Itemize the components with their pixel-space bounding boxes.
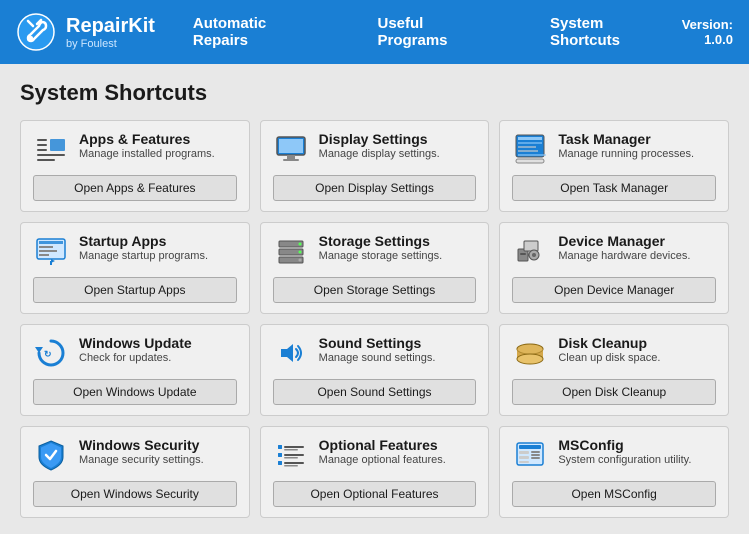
card-desc-windows-security: Manage security settings. (79, 454, 204, 466)
card-desc-optional-features: Manage optional features. (319, 454, 446, 466)
version-info: Version: 1.0.0 (682, 17, 733, 47)
card-desc-storage-settings: Manage storage settings. (319, 250, 443, 262)
card-button-storage-settings[interactable]: Open Storage Settings (273, 277, 477, 303)
card-button-msconfig[interactable]: Open MSConfig (512, 481, 716, 507)
card-desc-startup-apps: Manage startup programs. (79, 250, 208, 262)
card-desc-disk-cleanup: Clean up disk space. (558, 352, 660, 364)
card-windows-security: Windows Security Manage security setting… (20, 426, 250, 518)
card-button-apps-features[interactable]: Open Apps & Features (33, 175, 237, 201)
card-name-windows-update: Windows Update (79, 335, 192, 351)
card-optional-features: Optional Features Manage optional featur… (260, 426, 490, 518)
svg-text:↻: ↻ (44, 349, 52, 359)
card-desc-display-settings: Manage display settings. (319, 148, 440, 160)
card-top-windows-security: Windows Security Manage security setting… (33, 437, 237, 473)
card-task-manager: Task Manager Manage running processes. O… (499, 120, 729, 212)
storage-icon (273, 233, 309, 269)
card-button-sound-settings[interactable]: Open Sound Settings (273, 379, 477, 405)
card-button-disk-cleanup[interactable]: Open Disk Cleanup (512, 379, 716, 405)
card-button-windows-update[interactable]: Open Windows Update (33, 379, 237, 405)
logo-icon (16, 12, 56, 52)
update-icon: ↻ (33, 335, 69, 371)
card-windows-update: ↻ Windows Update Check for updates. Open… (20, 324, 250, 416)
device-icon (512, 233, 548, 269)
card-msconfig: MSConfig System configuration utility. O… (499, 426, 729, 518)
card-text-task-manager: Task Manager Manage running processes. (558, 131, 694, 160)
card-device-manager: Device Manager Manage hardware devices. … (499, 222, 729, 314)
main-content: System Shortcuts Apps & Features Manage … (0, 64, 749, 534)
card-name-apps-features: Apps & Features (79, 131, 215, 147)
card-text-startup-apps: Startup Apps Manage startup programs. (79, 233, 208, 262)
card-top-display-settings: Display Settings Manage display settings… (273, 131, 477, 167)
sound-icon (273, 335, 309, 371)
card-desc-windows-update: Check for updates. (79, 352, 192, 364)
card-top-msconfig: MSConfig System configuration utility. (512, 437, 716, 473)
card-text-optional-features: Optional Features Manage optional featur… (319, 437, 446, 466)
card-sound-settings: Sound Settings Manage sound settings. Op… (260, 324, 490, 416)
card-desc-device-manager: Manage hardware devices. (558, 250, 690, 262)
card-display-settings: Display Settings Manage display settings… (260, 120, 490, 212)
display-icon (273, 131, 309, 167)
card-name-startup-apps: Startup Apps (79, 233, 208, 249)
card-text-display-settings: Display Settings Manage display settings… (319, 131, 440, 160)
header: RepairKit by Foulest Automatic Repairs U… (0, 0, 749, 64)
card-text-msconfig: MSConfig System configuration utility. (558, 437, 691, 466)
card-text-device-manager: Device Manager Manage hardware devices. (558, 233, 690, 262)
logo-sub: by Foulest (66, 38, 155, 50)
logo-area: RepairKit by Foulest (16, 12, 155, 52)
nav: Automatic Repairs Useful Programs System… (185, 11, 682, 53)
card-button-startup-apps[interactable]: Open Startup Apps (33, 277, 237, 303)
security-icon (33, 437, 69, 473)
card-top-apps-features: Apps & Features Manage installed program… (33, 131, 237, 167)
card-name-device-manager: Device Manager (558, 233, 690, 249)
card-button-task-manager[interactable]: Open Task Manager (512, 175, 716, 201)
card-name-task-manager: Task Manager (558, 131, 694, 147)
card-top-startup-apps: Startup Apps Manage startup programs. (33, 233, 237, 269)
card-top-optional-features: Optional Features Manage optional featur… (273, 437, 477, 473)
card-text-storage-settings: Storage Settings Manage storage settings… (319, 233, 443, 262)
card-button-device-manager[interactable]: Open Device Manager (512, 277, 716, 303)
nav-system-shortcuts[interactable]: System Shortcuts (542, 11, 682, 53)
card-text-windows-update: Windows Update Check for updates. (79, 335, 192, 364)
page-title: System Shortcuts (20, 80, 729, 106)
apps-icon (33, 131, 69, 167)
card-text-disk-cleanup: Disk Cleanup Clean up disk space. (558, 335, 660, 364)
card-name-disk-cleanup: Disk Cleanup (558, 335, 660, 351)
card-startup-apps: Startup Apps Manage startup programs. Op… (20, 222, 250, 314)
card-top-storage-settings: Storage Settings Manage storage settings… (273, 233, 477, 269)
startup-icon (33, 233, 69, 269)
msconfig-icon (512, 437, 548, 473)
card-desc-sound-settings: Manage sound settings. (319, 352, 436, 364)
card-apps-features: Apps & Features Manage installed program… (20, 120, 250, 212)
logo-text: RepairKit by Foulest (66, 14, 155, 50)
card-name-display-settings: Display Settings (319, 131, 440, 147)
card-top-sound-settings: Sound Settings Manage sound settings. (273, 335, 477, 371)
card-storage-settings: Storage Settings Manage storage settings… (260, 222, 490, 314)
card-button-display-settings[interactable]: Open Display Settings (273, 175, 477, 201)
nav-automatic-repairs[interactable]: Automatic Repairs (185, 11, 330, 53)
card-top-disk-cleanup: Disk Cleanup Clean up disk space. (512, 335, 716, 371)
card-desc-msconfig: System configuration utility. (558, 454, 691, 466)
shortcuts-grid: Apps & Features Manage installed program… (20, 120, 729, 518)
card-desc-task-manager: Manage running processes. (558, 148, 694, 160)
taskmanager-icon (512, 131, 548, 167)
card-text-apps-features: Apps & Features Manage installed program… (79, 131, 215, 160)
card-name-msconfig: MSConfig (558, 437, 691, 453)
card-name-storage-settings: Storage Settings (319, 233, 443, 249)
logo-title: RepairKit (66, 14, 155, 38)
card-top-device-manager: Device Manager Manage hardware devices. (512, 233, 716, 269)
card-name-sound-settings: Sound Settings (319, 335, 436, 351)
card-desc-apps-features: Manage installed programs. (79, 148, 215, 160)
card-disk-cleanup: Disk Cleanup Clean up disk space. Open D… (499, 324, 729, 416)
card-button-optional-features[interactable]: Open Optional Features (273, 481, 477, 507)
card-name-optional-features: Optional Features (319, 437, 446, 453)
card-text-windows-security: Windows Security Manage security setting… (79, 437, 204, 466)
optional-icon (273, 437, 309, 473)
card-text-sound-settings: Sound Settings Manage sound settings. (319, 335, 436, 364)
card-top-windows-update: ↻ Windows Update Check for updates. (33, 335, 237, 371)
card-name-windows-security: Windows Security (79, 437, 204, 453)
card-button-windows-security[interactable]: Open Windows Security (33, 481, 237, 507)
nav-useful-programs[interactable]: Useful Programs (370, 11, 502, 53)
card-top-task-manager: Task Manager Manage running processes. (512, 131, 716, 167)
disk-icon (512, 335, 548, 371)
